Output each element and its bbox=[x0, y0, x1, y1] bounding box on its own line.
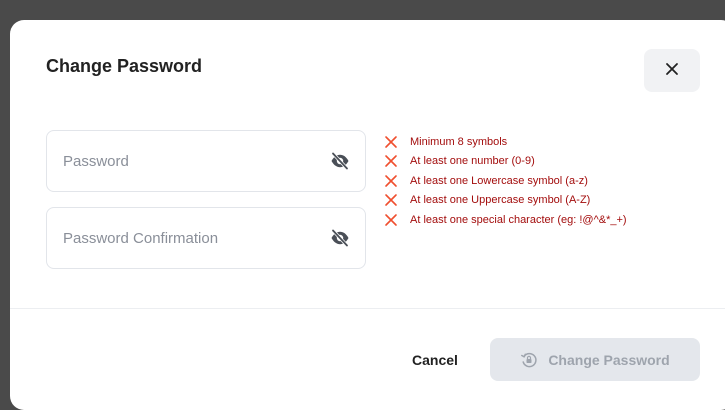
footer-divider bbox=[10, 308, 725, 309]
change-password-button[interactable]: Change Password bbox=[490, 338, 700, 381]
x-icon bbox=[384, 174, 398, 188]
requirement-text: At least one special character (eg: !@^&… bbox=[410, 213, 627, 226]
eye-off-icon[interactable] bbox=[329, 150, 351, 172]
requirement-text: At least one Lowercase symbol (a-z) bbox=[410, 174, 588, 187]
change-password-button-label: Change Password bbox=[548, 351, 670, 368]
cancel-button[interactable]: Cancel bbox=[402, 349, 468, 371]
requirement-item: At least one Lowercase symbol (a-z) bbox=[384, 171, 627, 191]
x-icon bbox=[384, 193, 398, 207]
requirement-text: At least one number (0-9) bbox=[410, 155, 535, 168]
change-password-dialog: Change Password Minimum 8 symbols At lea… bbox=[10, 20, 725, 410]
eye-off-icon[interactable] bbox=[329, 227, 351, 249]
password-input[interactable] bbox=[63, 131, 313, 191]
x-icon bbox=[384, 135, 398, 149]
requirement-item: At least one number (0-9) bbox=[384, 152, 627, 172]
close-button[interactable] bbox=[644, 49, 700, 92]
x-icon bbox=[384, 213, 398, 227]
password-confirmation-input[interactable] bbox=[63, 208, 313, 268]
requirement-item: At least one special character (eg: !@^&… bbox=[384, 210, 627, 230]
requirement-text: At least one Uppercase symbol (A-Z) bbox=[410, 194, 591, 207]
password-confirmation-field bbox=[46, 207, 366, 269]
dialog-title: Change Password bbox=[46, 56, 203, 76]
x-icon bbox=[384, 154, 398, 168]
lock-reset-icon bbox=[520, 351, 538, 369]
requirement-item: At least one Uppercase symbol (A-Z) bbox=[384, 191, 627, 211]
requirement-item: Minimum 8 symbols bbox=[384, 132, 627, 152]
password-field bbox=[46, 130, 366, 192]
password-requirements-list: Minimum 8 symbols At least one number (0… bbox=[384, 132, 627, 230]
requirement-text: Minimum 8 symbols bbox=[410, 135, 508, 148]
close-icon bbox=[665, 62, 679, 79]
